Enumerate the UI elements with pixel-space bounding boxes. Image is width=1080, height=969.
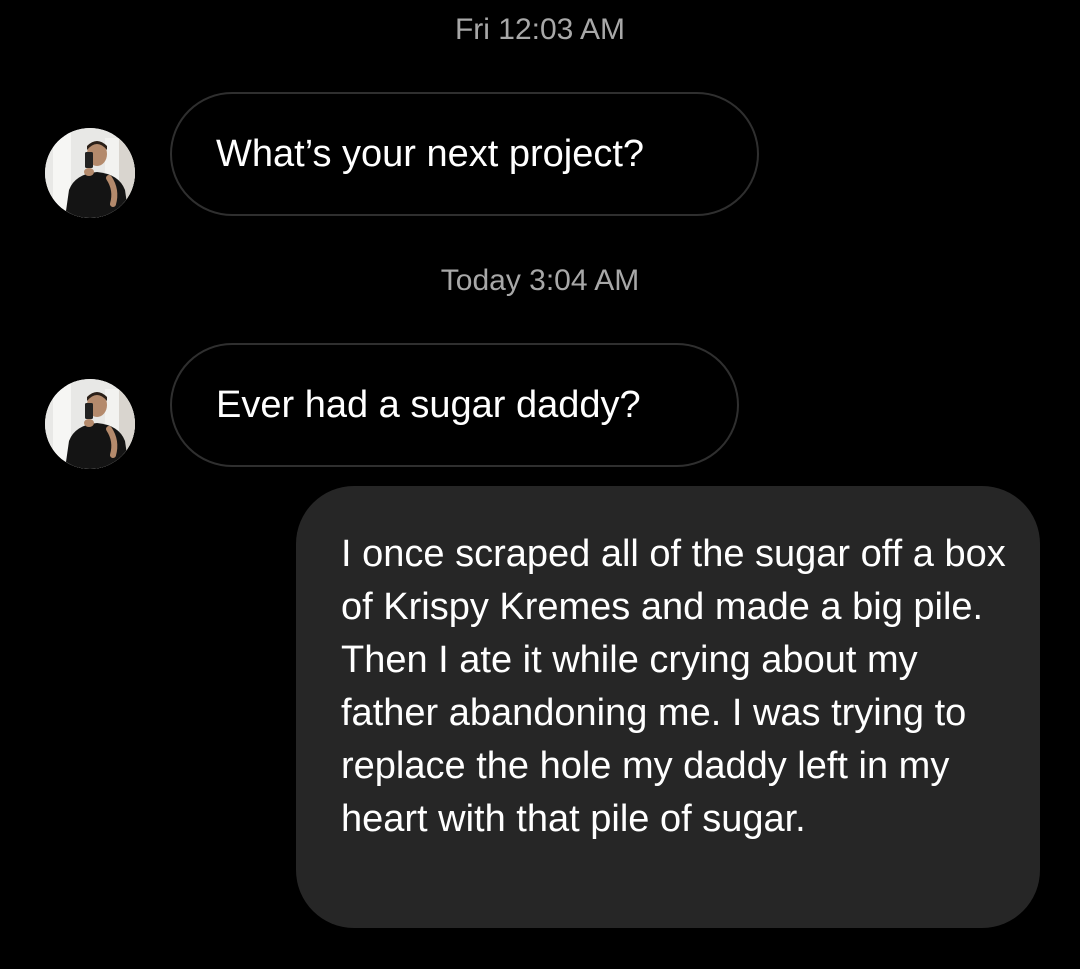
sender-avatar[interactable]: [45, 128, 135, 218]
timestamp-1: Fri 12:03 AM: [454, 13, 626, 46]
profile-photo-icon: [45, 128, 135, 218]
incoming-message-bubble[interactable]: What’s your next project?: [170, 92, 759, 216]
sender-avatar[interactable]: [45, 379, 135, 469]
outgoing-message-bubble[interactable]: I once scraped all of the sugar off a bo…: [296, 486, 1040, 928]
profile-photo-icon: [45, 379, 135, 469]
incoming-message-bubble[interactable]: Ever had a sugar daddy?: [170, 343, 739, 467]
outgoing-message-text: I once scraped all of the sugar off a bo…: [341, 533, 1006, 840]
timestamp-2: Today 3:04 AM: [440, 264, 640, 297]
